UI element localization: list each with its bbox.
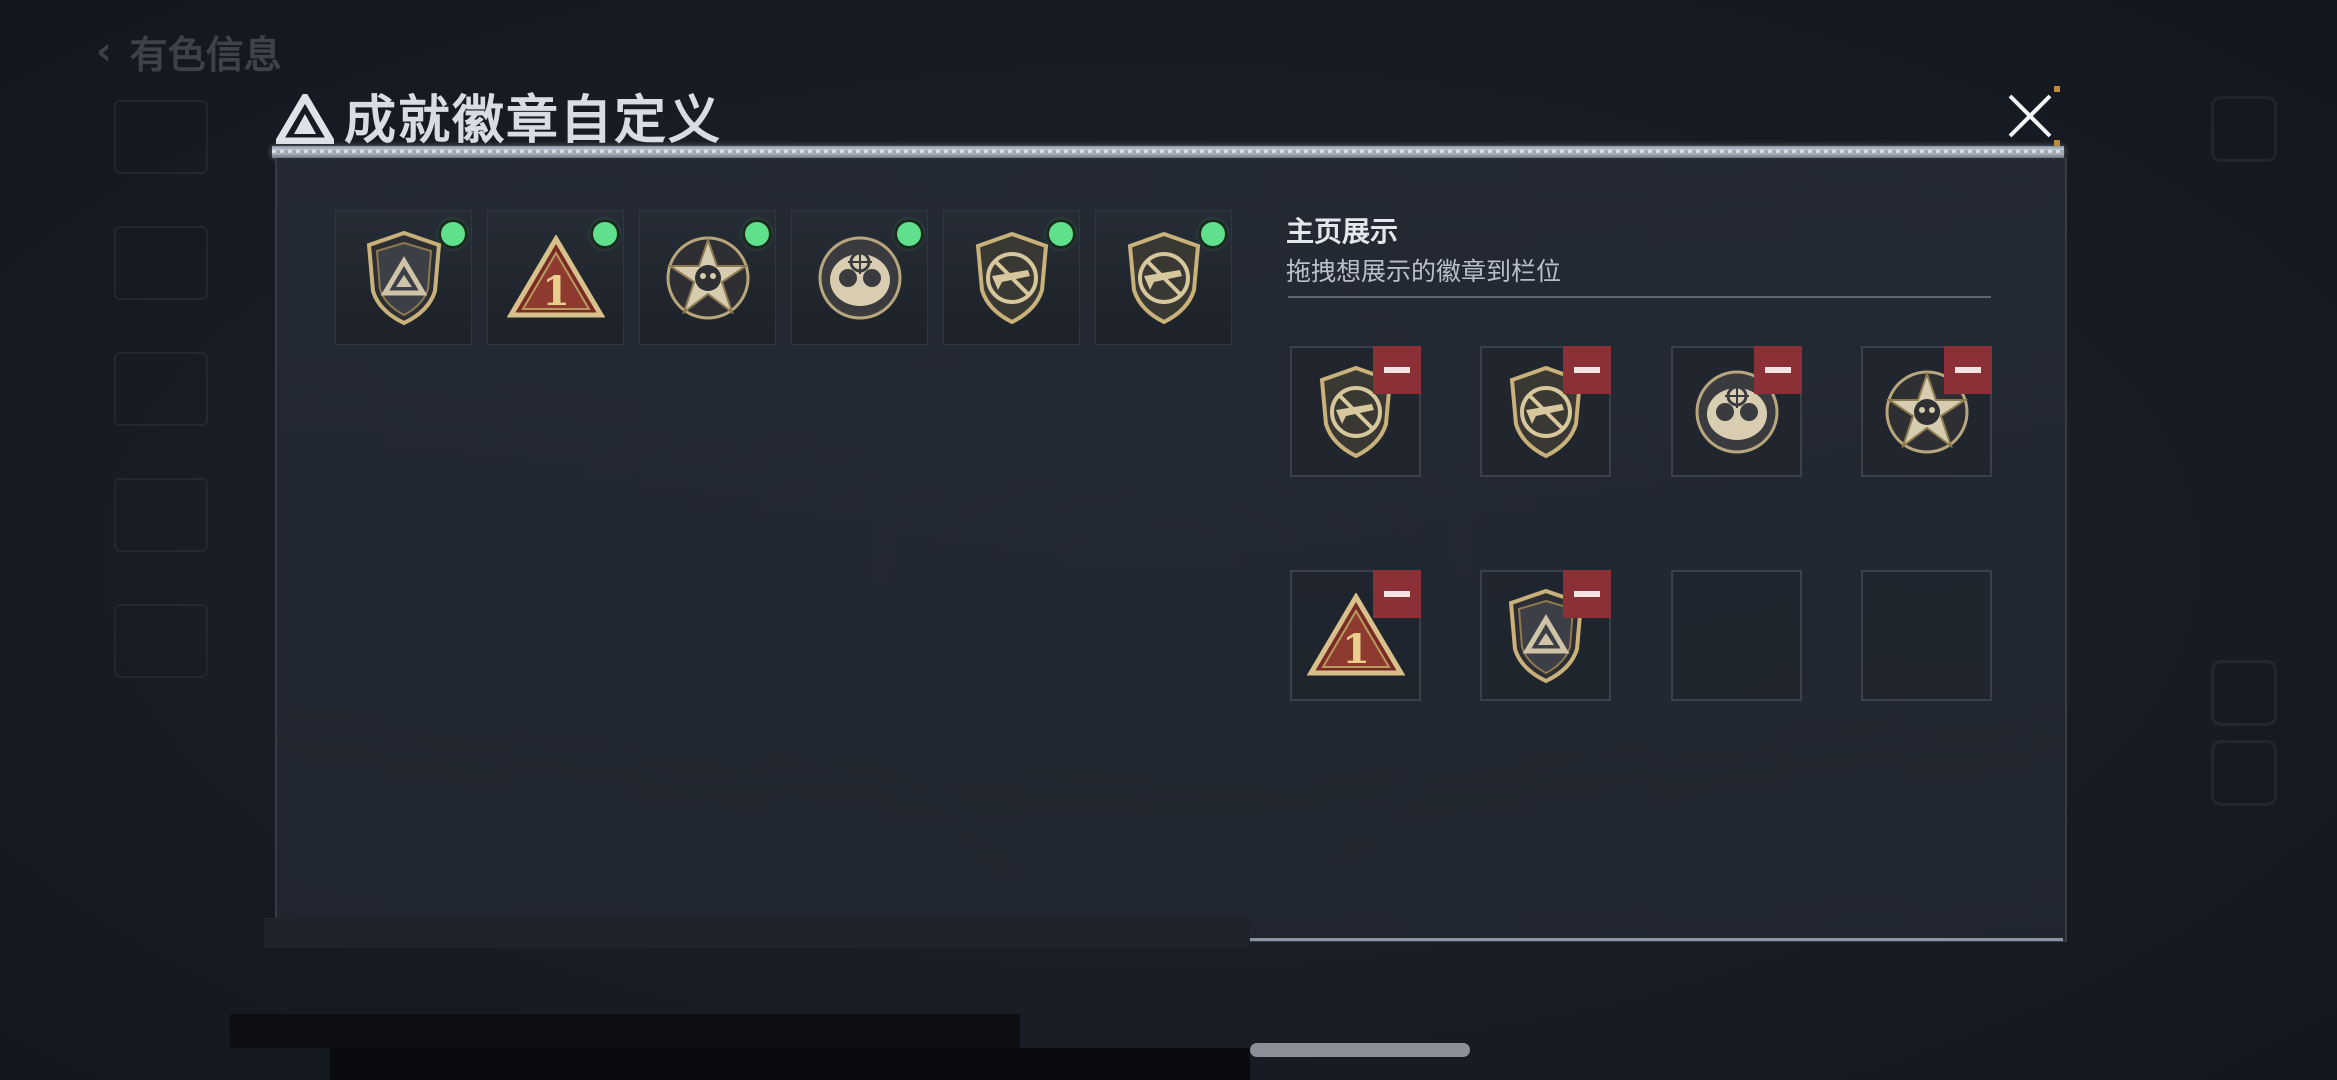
selected-indicator-dot	[593, 222, 617, 246]
game-screen: ‹ 有色信息 成就徽章自定义 1 主页展示 拖拽想展示的徽章到栏位 1	[0, 0, 2337, 1080]
background-header: ‹ 有色信息	[96, 26, 282, 77]
selected-indicator-dot	[897, 222, 921, 246]
inventory-badge[interactable]	[639, 210, 776, 345]
minus-icon	[1955, 367, 1981, 373]
minus-icon	[1574, 367, 1600, 373]
triangle-shield-badge-icon	[363, 229, 445, 327]
showcase-slot[interactable]	[1480, 346, 1611, 477]
minus-icon	[1384, 591, 1410, 597]
inventory-badge[interactable]: 1	[487, 210, 624, 345]
showcase-slot[interactable]	[1290, 346, 1421, 477]
selected-indicator-dot	[1201, 222, 1225, 246]
close-x-icon	[2008, 86, 2060, 146]
showcase-title: 主页展示	[1286, 215, 1399, 248]
dialog-footer-line	[1250, 938, 2063, 941]
selected-indicator-dot	[745, 222, 769, 246]
selected-indicator-dot	[1049, 222, 1073, 246]
background-sidebar-item	[114, 226, 208, 300]
background-sidebar-item	[114, 478, 208, 552]
showcase-slot[interactable]: 1	[1290, 570, 1421, 701]
back-arrow-icon: ‹	[96, 29, 112, 73]
rifle-shield-badge-icon	[1124, 230, 1204, 326]
inventory-badge[interactable]	[335, 210, 472, 345]
number-one-triangle-badge-icon: 1	[506, 234, 605, 321]
remove-badge-button[interactable]	[1563, 346, 1611, 394]
dialog-footer-strip	[264, 918, 1250, 948]
header-divider	[272, 146, 2064, 158]
remove-badge-button[interactable]	[1563, 570, 1611, 618]
minus-icon	[1765, 367, 1791, 373]
showcase-slot[interactable]	[1671, 346, 1802, 477]
background-right-icon	[2211, 96, 2277, 162]
background-page-title: 有色信息	[129, 32, 282, 77]
inventory-badge[interactable]	[791, 210, 928, 345]
background-right-icon	[2211, 740, 2277, 806]
minus-icon	[1384, 367, 1410, 373]
showcase-divider	[1288, 296, 1991, 298]
inventory-badge[interactable]	[943, 210, 1080, 345]
showcase-slot[interactable]	[1861, 346, 1992, 477]
showcase-slot-empty[interactable]	[1861, 570, 1992, 701]
bottom-overlay	[330, 1048, 1250, 1080]
minus-icon	[1574, 591, 1600, 597]
selected-indicator-dot	[441, 222, 465, 246]
dialog-header: 成就徽章自定义	[268, 76, 2064, 156]
triangle-emblem-icon	[276, 94, 334, 144]
bottom-overlay	[230, 1014, 1020, 1048]
crosshair-skull-badge-icon	[814, 232, 906, 324]
remove-badge-button[interactable]	[1754, 346, 1802, 394]
remove-badge-button[interactable]	[1944, 346, 1992, 394]
remove-badge-button[interactable]	[1373, 346, 1421, 394]
background-sidebar-item	[114, 100, 208, 174]
svg-text:1: 1	[1342, 626, 1370, 673]
skull-star-badge-icon	[662, 232, 754, 324]
remove-badge-button[interactable]	[1373, 570, 1421, 618]
background-sidebar	[96, 100, 226, 678]
rifle-shield-badge-icon	[972, 230, 1052, 326]
close-button[interactable]	[1998, 84, 2062, 148]
showcase-slot[interactable]	[1480, 570, 1611, 701]
background-sidebar-item	[114, 352, 208, 426]
svg-text:1: 1	[542, 268, 570, 315]
inventory-badge[interactable]	[1095, 210, 1232, 345]
showcase-subtitle: 拖拽想展示的徽章到栏位	[1286, 257, 1562, 286]
home-indicator[interactable]	[1250, 1043, 1470, 1057]
badge-inventory: 1	[335, 210, 1232, 345]
background-right-icon	[2211, 660, 2277, 726]
showcase-slot-empty[interactable]	[1671, 570, 1802, 701]
background-sidebar-item	[114, 604, 208, 678]
